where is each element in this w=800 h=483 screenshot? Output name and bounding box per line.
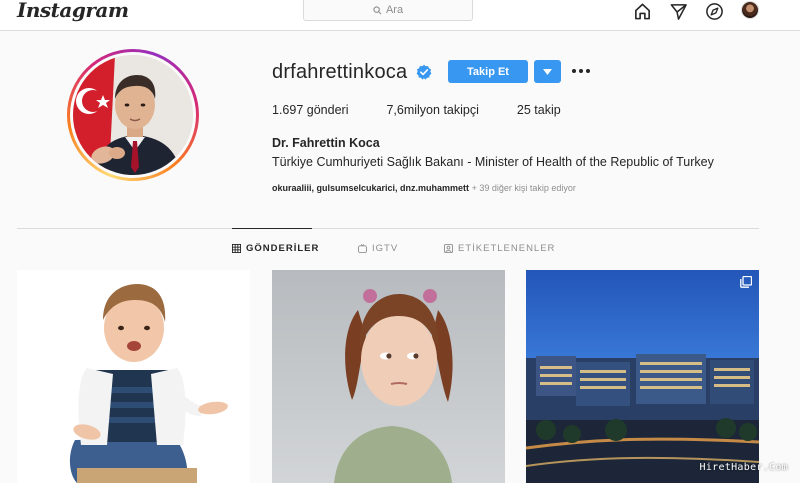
- post-thumbnail[interactable]: [526, 270, 759, 483]
- active-tab-indicator: [232, 228, 312, 229]
- profile-bio: Türkiye Cumhuriyeti Sağlık Bakanı - Mini…: [272, 155, 714, 169]
- explore-icon[interactable]: [704, 1, 724, 21]
- tab-posts[interactable]: GÖNDERİLER: [232, 243, 319, 254]
- dot-icon: [586, 69, 590, 73]
- tab-igtv-label: IGTV: [372, 243, 399, 254]
- tab-igtv[interactable]: IGTV: [358, 243, 398, 254]
- followed-by-names: okuraaliii, gulsumselcukarici, dnz.muham…: [272, 183, 470, 193]
- grid-icon: [232, 244, 241, 253]
- profile-avatar-icon[interactable]: [741, 1, 759, 19]
- post-thumbnail[interactable]: [17, 270, 250, 483]
- profile-username: drfahrettinkoca: [272, 61, 408, 83]
- instagram-logo[interactable]: Instagram: [17, 0, 129, 22]
- search-placeholder: Ara: [385, 4, 404, 16]
- multiple-images-icon: [740, 276, 752, 288]
- followed-by-more: + 39 diğer kişi takip ediyor: [469, 183, 576, 193]
- post-image-girl: [272, 270, 505, 483]
- follow-button[interactable]: Takip Et: [448, 60, 528, 83]
- posts-label: gönderi: [306, 103, 349, 117]
- story-ring[interactable]: [67, 49, 199, 181]
- following-number: 25: [516, 103, 531, 117]
- site-watermark: HiretHaber.Com: [699, 462, 788, 473]
- verified-badge-icon: [416, 64, 432, 80]
- top-navigation-bar: Instagram Ara: [0, 0, 800, 31]
- profile-picture[interactable]: [73, 55, 193, 175]
- followers-label: takipçi: [443, 103, 479, 117]
- dot-icon: [572, 69, 576, 73]
- posts-number: 1.697: [272, 103, 304, 117]
- home-icon[interactable]: [632, 1, 652, 21]
- post-image-hospital: [526, 270, 759, 483]
- following-count[interactable]: 25 takip: [517, 103, 561, 117]
- post-image-boy: [17, 270, 250, 483]
- profile-full-name: Dr. Fahrettin Koca: [272, 136, 380, 150]
- search-input[interactable]: Ara: [303, 0, 473, 21]
- tab-tagged[interactable]: ETİKETLENENLER: [444, 243, 555, 254]
- tagged-user-icon: [444, 244, 453, 253]
- followers-number: 7,6milyon: [386, 103, 440, 117]
- tabs-divider: [17, 228, 759, 229]
- direct-icon[interactable]: [668, 1, 688, 21]
- igtv-icon: [358, 244, 367, 253]
- followers-count[interactable]: 7,6milyon takipçi: [386, 103, 478, 117]
- suggestions-dropdown-button[interactable]: [534, 60, 561, 83]
- search-icon: [373, 5, 382, 14]
- profile-stats: 1.697 gönderi 7,6milyon takipçi 25 takip: [272, 103, 599, 117]
- more-options-button[interactable]: [570, 62, 592, 80]
- dot-icon: [579, 69, 583, 73]
- posts-count: 1.697 gönderi: [272, 103, 348, 117]
- profile-photo-illustration: [73, 55, 193, 175]
- tab-tagged-label: ETİKETLENENLER: [458, 243, 556, 254]
- followed-by-text[interactable]: okuraaliii, gulsumselcukarici, dnz.muham…: [272, 183, 576, 193]
- following-label: takip: [534, 103, 561, 117]
- chevron-down-icon: [543, 68, 552, 75]
- tab-posts-label: GÖNDERİLER: [246, 243, 320, 254]
- post-thumbnail[interactable]: [272, 270, 505, 483]
